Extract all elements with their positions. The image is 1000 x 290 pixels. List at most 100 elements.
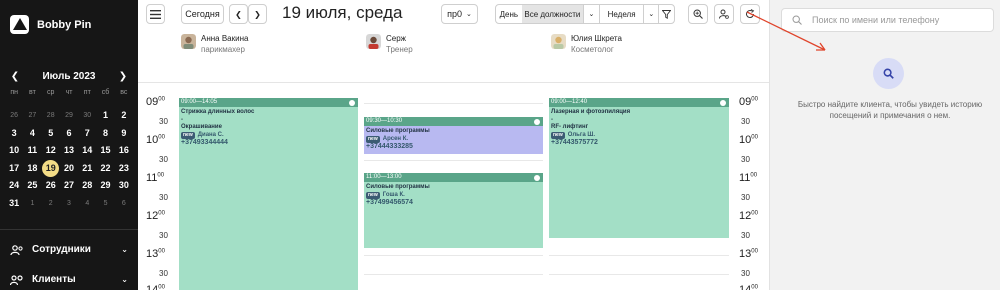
calendar-day-number: 3 bbox=[11, 127, 17, 138]
new-client-badge: new bbox=[551, 131, 565, 139]
calendar-day[interactable]: 14 bbox=[78, 142, 96, 160]
calendar-day[interactable]: 5 bbox=[96, 195, 114, 213]
check-icon[interactable] bbox=[534, 119, 540, 125]
user-settings-button[interactable] bbox=[714, 4, 734, 24]
today-button[interactable]: Сегодня bbox=[181, 4, 224, 24]
calendar-day[interactable]: 18 bbox=[23, 160, 41, 178]
calendar-day[interactable]: 2 bbox=[42, 195, 60, 213]
calendar-day[interactable]: 29 bbox=[60, 107, 78, 125]
calendar-day[interactable]: 29 bbox=[96, 177, 114, 195]
appointment-card[interactable]: 11:00—13:00 Силовые программы new Гоша К.… bbox=[364, 173, 543, 248]
annotation-arrow-icon bbox=[746, 11, 826, 51]
date-title: 19 июля, среда bbox=[282, 3, 403, 22]
calendar-day[interactable]: 3 bbox=[5, 125, 23, 143]
chevron-right-icon[interactable]: ❯ bbox=[116, 71, 130, 82]
view-positions-select[interactable]: Все должности bbox=[521, 5, 583, 23]
calendar-day-number: 1 bbox=[30, 199, 35, 207]
calendar-day-number: 13 bbox=[63, 145, 74, 156]
calendar-day[interactable]: 7 bbox=[78, 125, 96, 143]
staff-column-header[interactable]: Серж Тренер bbox=[366, 34, 413, 54]
chevron-left-icon: ❮ bbox=[235, 9, 242, 19]
appointment-card[interactable]: 09:30—10:30 Силовые программы new Арсен К… bbox=[364, 117, 543, 154]
staff-column-header[interactable]: Юлия Шкрета Косметолог bbox=[551, 34, 622, 54]
calendar-day[interactable]: 6 bbox=[60, 125, 78, 143]
chevron-left-icon[interactable]: ❮ bbox=[8, 71, 22, 82]
calendar-day-number: 5 bbox=[48, 127, 54, 138]
calendar-day[interactable]: 28 bbox=[78, 177, 96, 195]
appointment-card[interactable]: 09:00—12:40 Лазерная и фотоэпиляция - RF… bbox=[549, 98, 729, 238]
calendar-day-number: 27 bbox=[63, 180, 74, 191]
brand[interactable]: Bobby Pin bbox=[10, 15, 91, 34]
calendar-day[interactable]: 24 bbox=[5, 177, 23, 195]
positions-dropdown-button[interactable]: ⌄ bbox=[583, 5, 599, 23]
next-day-button[interactable]: ❯ bbox=[248, 4, 267, 24]
info-icon[interactable] bbox=[349, 100, 355, 106]
calendar-day-number: 30 bbox=[83, 112, 92, 119]
calendar-day-number: 2 bbox=[48, 199, 53, 207]
calendar-day[interactable]: 4 bbox=[78, 195, 96, 213]
prev-day-button[interactable]: ❮ bbox=[229, 4, 248, 24]
calendar-day[interactable]: 6 bbox=[115, 195, 133, 213]
minutes: 00 bbox=[158, 210, 165, 217]
appointment-card[interactable]: 09:00—14:05 Стрижка длинных волос - Окра… bbox=[179, 98, 358, 290]
week-dropdown-button[interactable]: ⌄ bbox=[643, 5, 658, 23]
calendar-day[interactable]: 16 bbox=[115, 142, 133, 160]
appointment-time: 09:00—12:40 bbox=[551, 99, 588, 105]
view-day-tab[interactable]: День bbox=[496, 5, 522, 23]
calendar-day[interactable]: 8 bbox=[96, 125, 114, 143]
calendar-day[interactable]: 2 bbox=[115, 107, 133, 125]
logo-icon bbox=[10, 15, 29, 34]
calendar-day[interactable]: 22 bbox=[96, 160, 114, 178]
minutes: 00 bbox=[751, 134, 758, 141]
sidebar-item-clients[interactable]: Клиенты ⌄ bbox=[10, 274, 128, 285]
calendar-day[interactable]: 28 bbox=[42, 107, 60, 125]
time-label-half: 30 bbox=[741, 231, 750, 240]
calendar-day[interactable]: 23 bbox=[115, 160, 133, 178]
staff-name: Юлия Шкрета bbox=[571, 34, 622, 43]
sidebar-item-staff[interactable]: Сотрудники ⌄ bbox=[10, 244, 128, 255]
calendar-day-number: 18 bbox=[27, 162, 38, 173]
calendar-day[interactable]: 5 bbox=[42, 125, 60, 143]
calendar-day[interactable]: 15 bbox=[96, 142, 114, 160]
calendar-day[interactable]: 26 bbox=[42, 177, 60, 195]
calendar-day[interactable]: 3 bbox=[60, 195, 78, 213]
search-input[interactable] bbox=[812, 15, 982, 25]
calendar-day[interactable]: 26 bbox=[5, 107, 23, 125]
calendar-day[interactable]: 27 bbox=[60, 177, 78, 195]
hour: 14 bbox=[739, 284, 752, 290]
view-week-tab[interactable]: Неделя bbox=[598, 5, 644, 23]
info-icon[interactable] bbox=[534, 175, 540, 181]
calendar-day[interactable]: 1 bbox=[23, 195, 41, 213]
calendar-day[interactable]: 30 bbox=[115, 177, 133, 195]
filter-button[interactable] bbox=[658, 5, 674, 23]
hour: 14 bbox=[146, 284, 159, 290]
calendar-day[interactable]: 30 bbox=[78, 107, 96, 125]
calendar-day[interactable]: 27 bbox=[23, 107, 41, 125]
calendar-day[interactable]: 21 bbox=[78, 160, 96, 178]
staff-column-header[interactable]: Анна Вакина парикмахер bbox=[181, 34, 248, 54]
search-illustration bbox=[873, 58, 904, 89]
calendar-day[interactable]: 25 bbox=[23, 177, 41, 195]
time-label-hour: 1400 bbox=[146, 284, 165, 290]
calendar-day[interactable]: 20 bbox=[60, 160, 78, 178]
staff-role: Тренер bbox=[386, 45, 413, 54]
calendar-day[interactable]: 12 bbox=[42, 142, 60, 160]
calendar-day[interactable]: 9 bbox=[115, 125, 133, 143]
calendar-day[interactable]: 10 bbox=[5, 142, 23, 160]
calendar-day[interactable]: 31 bbox=[5, 195, 23, 213]
appointment-service: Стрижка длинных волос bbox=[181, 109, 255, 115]
calendar-day[interactable]: 1 bbox=[96, 107, 114, 125]
calendar-day[interactable]: 13 bbox=[60, 142, 78, 160]
calendar-day-selected[interactable]: 19 bbox=[42, 159, 60, 178]
today-label: Сегодня bbox=[185, 9, 220, 19]
calendar-day[interactable]: 4 bbox=[23, 125, 41, 143]
zoom-button[interactable] bbox=[688, 4, 708, 24]
appointment-time: 11:00—13:00 bbox=[366, 174, 402, 180]
calendar-day[interactable]: 17 bbox=[5, 160, 23, 178]
slot-select[interactable]: пр0 ⌄ bbox=[441, 4, 478, 24]
info-icon[interactable] bbox=[720, 100, 726, 106]
menu-button[interactable] bbox=[146, 4, 165, 24]
appointment-service: Силовые программы bbox=[366, 128, 430, 134]
calendar-day[interactable]: 11 bbox=[23, 142, 41, 160]
search-icon bbox=[883, 68, 894, 79]
